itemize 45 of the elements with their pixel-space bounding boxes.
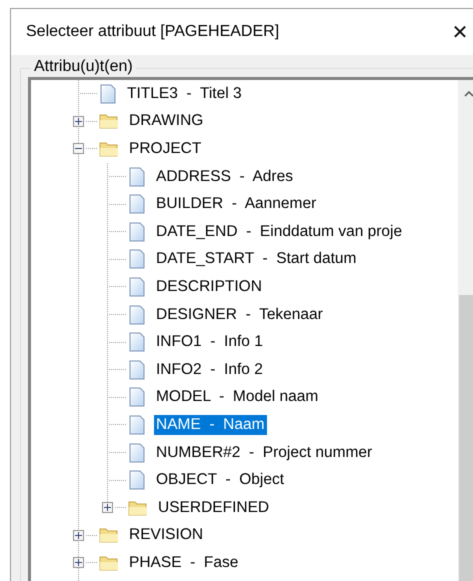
tree-item[interactable]: BUILDER - Aannemer bbox=[154, 194, 318, 214]
document-icon bbox=[128, 194, 146, 214]
document-icon bbox=[128, 332, 146, 352]
tree-item[interactable]: INFO2 - Info 2 bbox=[154, 360, 265, 380]
tree-item[interactable]: DESIGNER - Tekenaar bbox=[154, 304, 325, 325]
tree-item[interactable]: USERDEFINED bbox=[156, 498, 272, 518]
document-icon bbox=[128, 470, 146, 490]
tree-item[interactable]: MODEL - Model naam bbox=[154, 387, 320, 408]
document-icon bbox=[128, 387, 146, 408]
expand-toggle[interactable] bbox=[73, 557, 84, 568]
tree-item[interactable]: PHASE - Fase bbox=[127, 552, 240, 573]
tree-item[interactable]: PROJECT bbox=[127, 138, 204, 159]
document-icon bbox=[128, 166, 146, 187]
tree-item[interactable]: REVISION bbox=[127, 525, 206, 546]
tree-item[interactable]: OBJECT - Object bbox=[154, 470, 286, 490]
tree-item[interactable]: DESCRIPTION bbox=[154, 276, 264, 297]
tree-item[interactable]: DATE_START - Start datum bbox=[154, 249, 358, 270]
expand-toggle[interactable] bbox=[73, 530, 84, 541]
group-label: Attribu(u)t(en) bbox=[31, 58, 136, 76]
tree-item[interactable]: NUMBER#2 - Project nummer bbox=[154, 442, 374, 463]
folder-icon bbox=[99, 526, 119, 544]
tree-item[interactable]: DATE_END - Einddatum van proje bbox=[154, 222, 404, 242]
collapse-toggle[interactable] bbox=[73, 143, 84, 154]
close-button[interactable]: ✕ bbox=[440, 12, 473, 52]
tree-item[interactable]: NAME - Naam bbox=[154, 414, 267, 435]
folder-icon bbox=[128, 498, 148, 517]
folder-icon bbox=[99, 112, 119, 130]
scroll-up-icon[interactable] bbox=[464, 90, 473, 98]
document-icon bbox=[128, 276, 146, 297]
document-icon bbox=[128, 414, 146, 435]
tree-item[interactable]: ADDRESS - Adres bbox=[154, 166, 295, 187]
folder-icon bbox=[99, 140, 119, 158]
tree-item[interactable]: INFO1 - Info 1 bbox=[154, 332, 265, 352]
document-icon bbox=[128, 360, 146, 380]
window-title: Selecteer attribuut [PAGEHEADER] bbox=[26, 23, 280, 41]
expand-toggle[interactable] bbox=[102, 502, 113, 514]
document-icon bbox=[128, 304, 146, 325]
document-icon bbox=[128, 442, 146, 463]
document-icon bbox=[99, 84, 117, 104]
tree-item[interactable]: DRAWING bbox=[127, 111, 206, 132]
document-icon bbox=[128, 249, 146, 270]
expand-toggle[interactable] bbox=[73, 116, 84, 127]
folder-icon bbox=[99, 554, 119, 572]
tree-item[interactable]: TITLE3 - Titel 3 bbox=[125, 84, 244, 104]
document-icon bbox=[128, 222, 146, 242]
